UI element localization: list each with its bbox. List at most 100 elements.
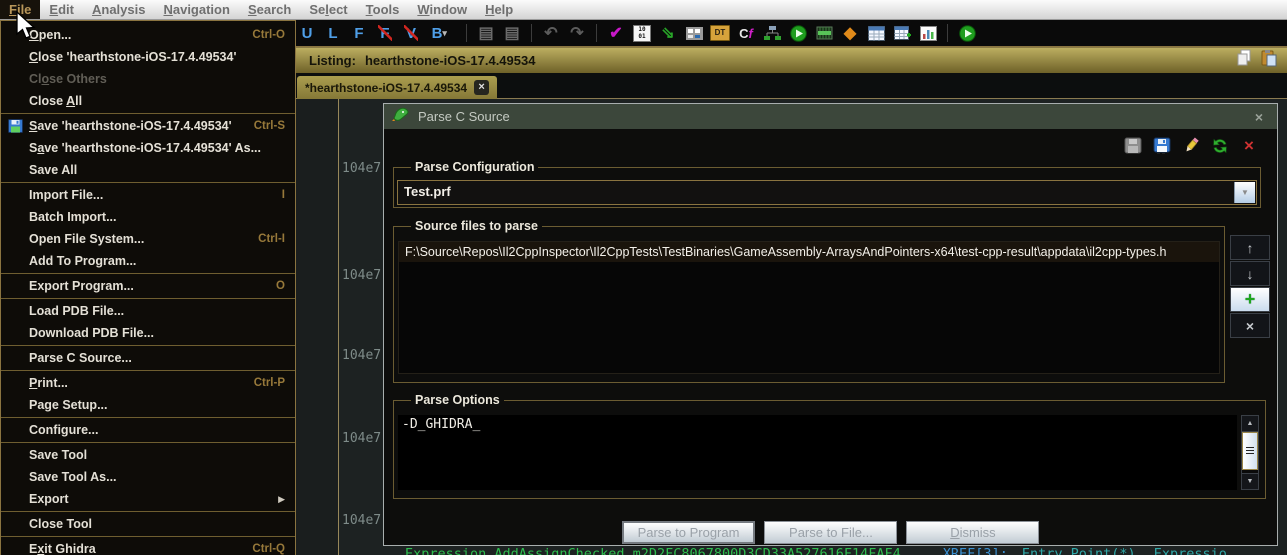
menubar-item-navigation[interactable]: Navigation [154, 0, 238, 19]
snapshot-copy-icon[interactable] [1236, 49, 1252, 72]
menu-item-label: Save Tool [29, 448, 285, 462]
dialog-titlebar[interactable]: Parse C Source × [384, 104, 1277, 129]
underline-format-icon[interactable]: U [297, 23, 317, 44]
menu-item-save-all[interactable]: Save All [1, 159, 295, 181]
remove-file-button[interactable]: × [1230, 313, 1270, 338]
label-format-icon[interactable]: L [323, 23, 343, 44]
menubar-item-tools[interactable]: Tools [357, 0, 409, 19]
byte-format-icon[interactable]: B▾ [427, 23, 457, 44]
menu-item-import-file[interactable]: Import File...I [1, 184, 295, 206]
parse-options-textarea[interactable]: -D_GHIDRA_ [398, 415, 1237, 490]
scrollbar-thumb[interactable] [1242, 432, 1258, 470]
dialog-close-icon[interactable]: × [1255, 109, 1263, 125]
menu-separator [1, 370, 295, 371]
scroll-down-icon[interactable]: ▼ [1242, 473, 1258, 489]
menubar-item-edit[interactable]: Edit [40, 0, 83, 19]
menu-item-parse-c-source[interactable]: Parse C Source... [1, 347, 295, 369]
combo-dropdown-icon[interactable]: ▼ [1234, 182, 1255, 203]
tab-close-icon[interactable]: × [474, 80, 489, 95]
page-forward-icon[interactable]: ▤ [502, 23, 522, 44]
menu-item-save-hearthstone-ios-17-4-49534[interactable]: Save 'hearthstone-iOS-17.4.49534'Ctrl-S [1, 115, 295, 137]
tab-hearthstone[interactable]: *hearthstone-iOS-17.4.49534 × [297, 76, 497, 99]
save-profile-icon[interactable] [1123, 136, 1143, 155]
function-off-icon[interactable]: F [375, 23, 395, 44]
variable-off-icon[interactable]: V [401, 23, 421, 44]
clear-profile-icon[interactable] [1181, 136, 1201, 155]
disassemble-icon[interactable]: ⇘ [658, 23, 678, 44]
parse-configuration-combobox[interactable]: Test.prf ▼ [397, 180, 1257, 205]
table-add-icon[interactable] [892, 23, 912, 44]
function-name-text: Expression_AddAssignChecked_m2D2FC806780… [405, 546, 901, 555]
parse-configuration-group: Parse Configuration Test.prf ▼ [393, 160, 1261, 208]
menu-separator [1, 442, 295, 443]
bytes-view-icon[interactable]: 1001 [632, 23, 652, 44]
menu-item-batch-import[interactable]: Batch Import... [1, 206, 295, 228]
dismiss-button[interactable]: Dismiss [906, 521, 1039, 544]
menu-shortcut: O [276, 280, 285, 292]
menubar-item-help[interactable]: Help [476, 0, 522, 19]
delete-profile-icon[interactable]: × [1239, 136, 1259, 155]
menu-item-close-hearthstone-ios-17-4-49534[interactable]: Close 'hearthstone-iOS-17.4.49534' [1, 46, 295, 68]
move-up-button[interactable]: ↑ [1230, 235, 1270, 260]
menu-item-add-to-program[interactable]: Add To Program... [1, 250, 295, 272]
menu-item-save-tool-as[interactable]: Save Tool As... [1, 466, 295, 488]
menu-item-export-program[interactable]: Export Program...O [1, 275, 295, 297]
undo-icon[interactable]: ↶ [541, 23, 561, 44]
toolbar-separator [466, 24, 467, 42]
menubar-item-window[interactable]: Window [408, 0, 476, 19]
menu-item-save-tool[interactable]: Save Tool [1, 444, 295, 466]
chart-icon[interactable] [918, 23, 938, 44]
menu-item-download-pdb-file[interactable]: Download PDB File... [1, 322, 295, 344]
dropdown-caret-icon[interactable]: ▾ [442, 28, 452, 39]
symbol-tree-icon[interactable] [762, 23, 782, 44]
menu-item-label: Close Others [29, 72, 285, 86]
parse-to-file-button[interactable]: Parse to File... [764, 521, 897, 544]
scroll-up-icon[interactable]: ▲ [1242, 416, 1258, 432]
save-profile-as-icon[interactable] [1152, 136, 1172, 155]
address-label: 104e7 [342, 348, 381, 363]
menu-item-close-tool[interactable]: Close Tool [1, 513, 295, 535]
move-down-button[interactable]: ↓ [1230, 261, 1270, 286]
redo-icon[interactable]: ↷ [567, 23, 587, 44]
menu-shortcut: Ctrl-Q [252, 543, 285, 555]
menu-item-export[interactable]: Export▶ [1, 488, 295, 510]
validate-icon[interactable]: ✔ [606, 23, 626, 44]
memory-icon[interactable] [814, 23, 834, 44]
menu-item-label: Load PDB File... [29, 304, 285, 318]
menu-separator [1, 182, 295, 183]
add-file-button[interactable]: + [1230, 287, 1270, 312]
parse-options-scrollbar[interactable]: ▲ ▼ [1241, 415, 1259, 490]
menubar-item-search[interactable]: Search [239, 0, 300, 19]
menu-item-configure[interactable]: Configure... [1, 419, 295, 441]
menu-item-open-file-system[interactable]: Open File System...Ctrl-I [1, 228, 295, 250]
menu-item-exit-ghidra[interactable]: Exit Ghidra Ctrl-Q [1, 538, 295, 555]
clone-window-icon[interactable] [1261, 49, 1277, 72]
menu-item-open[interactable]: Open...Ctrl-O [1, 24, 295, 46]
c-function-icon[interactable]: Cf [736, 23, 756, 44]
tab-label: *hearthstone-iOS-17.4.49534 [305, 81, 467, 95]
refresh-profile-icon[interactable] [1210, 136, 1230, 155]
menu-item-load-pdb-file[interactable]: Load PDB File... [1, 300, 295, 322]
data-type-manager-icon[interactable]: DT [710, 23, 730, 44]
menubar-item-select[interactable]: Select [300, 0, 356, 19]
combo-value: Test.prf [404, 184, 451, 199]
menu-item-close-all[interactable]: Close All [1, 90, 295, 112]
source-files-list[interactable]: F:\Source\Repos\Il2CppInspector\Il2CppTe… [398, 241, 1220, 374]
menu-item-save-hearthstone-ios-17-4-49534-as[interactable]: Save 'hearthstone-iOS-17.4.49534' As... [1, 137, 295, 159]
menu-item-page-setup[interactable]: Page Setup... [1, 394, 295, 416]
menu-item-label: Exit Ghidra [29, 542, 240, 555]
page-back-icon[interactable]: ▤ [476, 23, 496, 44]
parse-to-program-button[interactable]: Parse to Program [622, 521, 756, 544]
source-file-row[interactable]: F:\Source\Repos\Il2CppInspector\Il2CppTe… [399, 242, 1219, 262]
dialog-title: Parse C Source [418, 109, 1247, 124]
source-files-group: Source files to parse F:\Source\Repos\Il… [393, 219, 1225, 383]
menu-item-label: Batch Import... [29, 210, 285, 224]
function-format-icon[interactable]: F [349, 23, 369, 44]
menubar-item-analysis[interactable]: Analysis [83, 0, 154, 19]
bookmark-icon[interactable]: ◆ [840, 23, 860, 44]
menu-item-print[interactable]: Print...Ctrl-P [1, 372, 295, 394]
script-manager-icon[interactable] [788, 23, 808, 44]
table-view-icon[interactable] [866, 23, 886, 44]
memory-map-icon[interactable] [684, 23, 704, 44]
run-icon[interactable] [957, 23, 977, 44]
